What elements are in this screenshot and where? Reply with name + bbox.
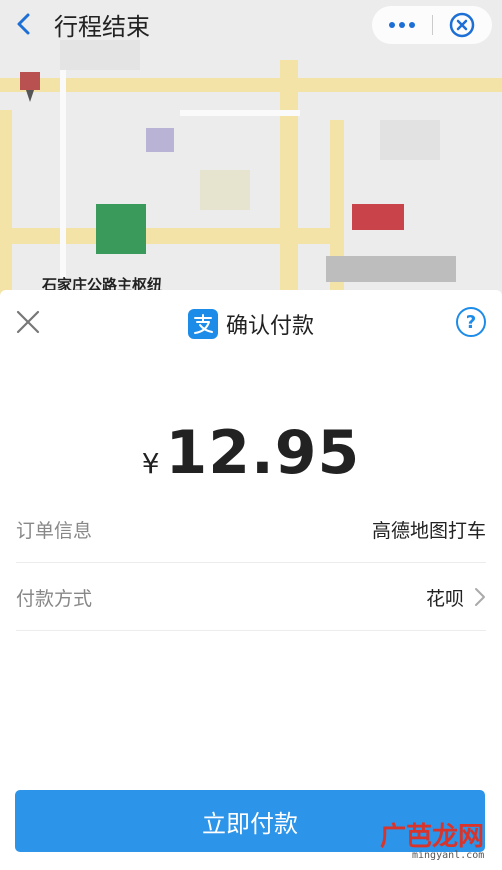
map-poi-block xyxy=(200,170,250,210)
currency-symbol: ¥ xyxy=(141,447,160,480)
more-button[interactable] xyxy=(372,6,432,44)
watermark-url: mingyanl.com xyxy=(412,850,485,861)
payment-method-value-wrap: 花呗 xyxy=(426,584,486,611)
amount-value: 12.95 xyxy=(165,418,361,488)
order-info-value: 高德地图打车 xyxy=(371,519,486,542)
order-info-label: 订单信息 xyxy=(16,519,93,542)
map-road xyxy=(60,50,66,300)
map-road xyxy=(280,60,298,300)
chevron-right-icon xyxy=(475,588,485,606)
top-nav-bar: 行程结束 xyxy=(0,0,502,50)
exit-button[interactable] xyxy=(432,6,492,44)
map-poi-block xyxy=(380,120,440,160)
map-road xyxy=(0,110,12,300)
site-watermark: 广芭龙网 mingyanl.com xyxy=(356,810,498,868)
map-road xyxy=(180,110,300,116)
payment-method-label: 付款方式 xyxy=(16,587,93,610)
map-poi-block xyxy=(146,128,174,152)
more-dots-icon xyxy=(388,22,415,28)
order-info-row: 订单信息 高德地图打车 xyxy=(16,496,486,563)
map-poi-block xyxy=(96,204,146,254)
sheet-title: 确认付款 xyxy=(0,308,502,340)
page-title: 行程结束 xyxy=(54,13,150,41)
sheet-header: 确认付款 ? xyxy=(0,290,502,356)
map-poi-block xyxy=(352,204,404,230)
location-pin-icon xyxy=(18,72,42,102)
mini-program-capsule xyxy=(372,6,492,44)
alipay-logo-icon xyxy=(187,309,218,339)
map-background[interactable]: 石家庄公路主枢纽 行程结束 xyxy=(0,0,502,300)
back-arrow-icon xyxy=(17,13,30,35)
payment-method-row[interactable]: 付款方式 花呗 xyxy=(16,564,486,631)
help-button[interactable]: ? xyxy=(456,307,486,337)
payment-sheet: 确认付款 ? ¥ 12.95 订单信息 高德地图打车 付款方式 花呗 立即付款 xyxy=(0,290,502,870)
payment-method-value: 花呗 xyxy=(425,587,464,610)
payment-amount: ¥ 12.95 xyxy=(0,418,502,488)
watermark-text: 广芭龙网 xyxy=(380,822,485,852)
sheet-title-text: 确认付款 xyxy=(225,314,314,339)
map-road xyxy=(0,78,502,92)
map-poi-block xyxy=(326,256,456,282)
map-road xyxy=(0,228,330,244)
back-button[interactable] xyxy=(6,6,42,42)
close-target-icon xyxy=(449,12,475,38)
